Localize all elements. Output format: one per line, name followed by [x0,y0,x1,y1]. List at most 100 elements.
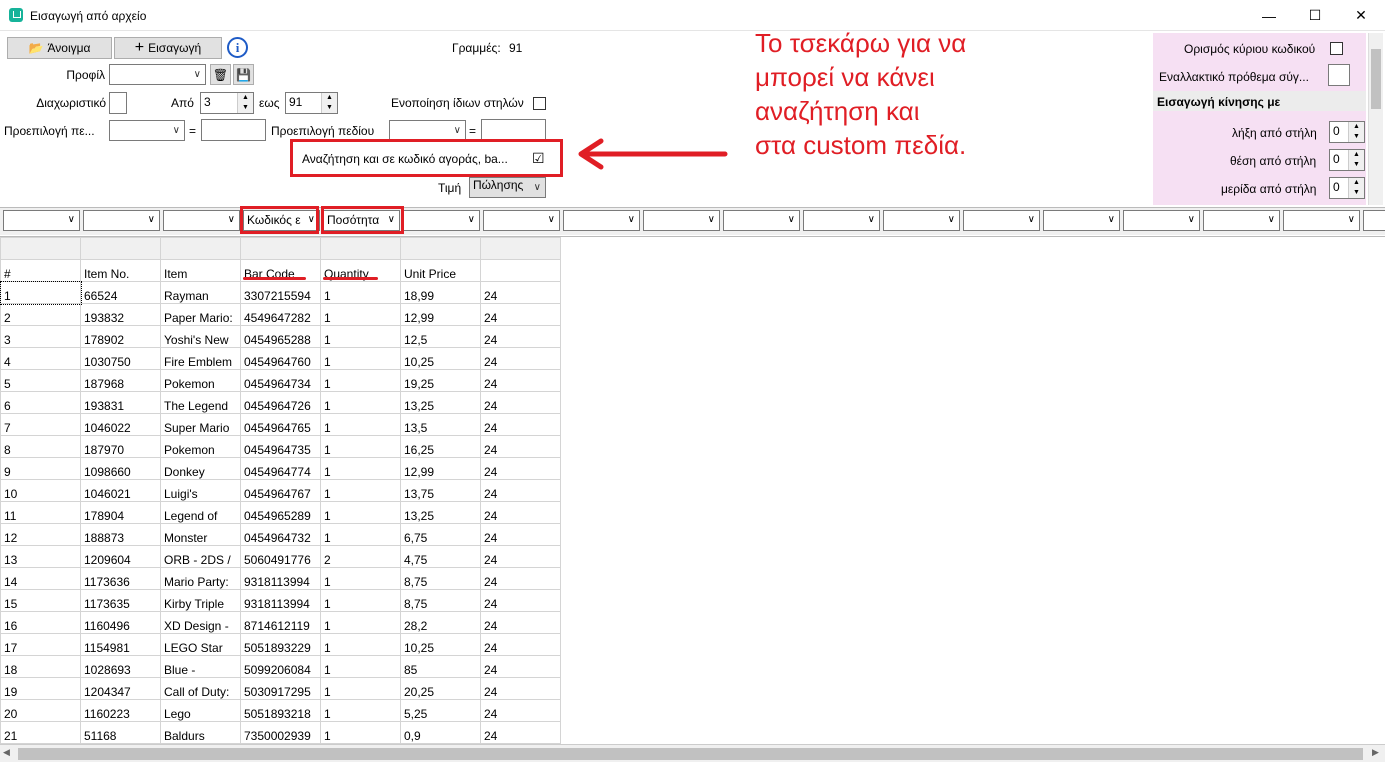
table-row[interactable]: 14 1173636 Mario Party: 9318113994 1 8,75 24 [0,567,561,590]
spinner-arrows[interactable]: ▲ ▼ [1348,122,1364,142]
table-row[interactable]: 6 193831 The Legend 0454964726 1 13,25 24 [0,391,561,414]
table-cell[interactable]: 1160223 [80,699,161,722]
table-cell[interactable]: 24 [480,633,561,656]
table-cell[interactable]: 21 [0,721,81,744]
alt-prefix-input[interactable] [1328,64,1350,86]
table-header-cell[interactable] [480,259,561,282]
table-cell[interactable]: 1 [320,479,401,502]
table-cell[interactable]: 12,99 [400,457,481,480]
column-mapping-select[interactable]: ∨ [3,210,80,231]
table-cell[interactable]: 4 [0,347,81,370]
table-cell[interactable]: 6 [0,391,81,414]
table-cell[interactable]: 24 [480,369,561,392]
table-cell[interactable]: 13,75 [400,479,481,502]
table-cell[interactable]: 10 [0,479,81,502]
table-cell[interactable]: Luigi's [160,479,241,502]
table-cell[interactable]: 1173635 [80,589,161,612]
table-cell[interactable]: Mario Party: [160,567,241,590]
table-cell[interactable]: 11 [0,501,81,524]
table-cell[interactable]: 1 [320,589,401,612]
column-mapping-select[interactable]: ∨ [403,210,480,231]
table-row[interactable]: 19 1204347 Call of Duty: 5030917295 1 20,25 24 [0,677,561,700]
table-cell[interactable]: 1 [320,633,401,656]
table-cell[interactable]: 1160496 [80,611,161,634]
table-cell[interactable]: 1 [0,280,82,305]
table-cell[interactable]: 1 [320,457,401,480]
trash-icon[interactable]: 🗑 [210,64,231,85]
table-cell[interactable]: 2 [320,545,401,568]
table-cell[interactable]: 16 [0,611,81,634]
table-cell[interactable]: 5051893229 [240,633,321,656]
table-row[interactable]: 16 1160496 XD Design -8714612119 1 28,2 24 [0,611,561,634]
table-cell[interactable]: 0454964767 [240,479,321,502]
table-cell[interactable]: 1030750 [80,347,161,370]
table-cell[interactable]: 13,25 [400,391,481,414]
merge-columns-checkbox[interactable] [533,97,546,110]
table-cell[interactable]: 12,99 [400,303,481,326]
table-cell[interactable]: 5,25 [400,699,481,722]
table-cell[interactable]: 0454964765 [240,413,321,436]
part-column-spinner[interactable]: 0 ▲ ▼ [1329,177,1365,199]
column-mapping-select[interactable]: ∨ [163,210,240,231]
table-cell[interactable]: 7350002939 [240,721,321,744]
table-cell[interactable]: 193831 [80,391,161,414]
table-row[interactable]: 12 188873 Monster 0454964732 1 6,75 24 [0,523,561,546]
table-cell[interactable]: 0454964774 [240,457,321,480]
table-cell[interactable]: 9 [0,457,81,480]
table-cell[interactable]: 1204347 [80,677,161,700]
table-row[interactable]: 18 1028693 Blue -5099206084 1 85 24 [0,655,561,678]
table-cell[interactable]: 1154981 [80,633,161,656]
table-cell[interactable]: 1 [320,501,401,524]
table-cell[interactable]: 5030917295 [240,677,321,700]
table-cell[interactable]: 178904 [80,501,161,524]
table-cell[interactable]: 1098660 [80,457,161,480]
table-cell[interactable]: 24 [480,523,561,546]
scroll-right-icon[interactable]: ▶ [1372,747,1379,758]
table-cell[interactable]: 1046022 [80,413,161,436]
table-row[interactable]: 1 66524 Rayman 3307215594 1 18,99 24 [0,280,561,305]
table-cell[interactable]: 13,25 [400,501,481,524]
table-cell[interactable]: 14 [0,567,81,590]
table-cell[interactable]: 7 [0,413,81,436]
table-cell[interactable]: 6,75 [400,523,481,546]
info-icon[interactable]: i [227,37,248,58]
import-button[interactable]: + Εισαγωγή [114,37,222,59]
from-spinner[interactable]: 3 ▲ ▼ [200,92,254,114]
scroll-thumb[interactable] [1371,49,1381,109]
table-cell[interactable]: 24 [480,567,561,590]
preselect-value-input-2[interactable] [481,119,546,141]
table-cell[interactable]: Donkey [160,457,241,480]
table-cell[interactable]: 5051893218 [240,699,321,722]
column-mapping-select[interactable]: ∨ [483,210,560,231]
table-cell[interactable]: 8,75 [400,589,481,612]
horizontal-scrollbar[interactable]: ◀ ▶ [0,744,1385,762]
table-row[interactable]: 13 1209604 ORB - 2DS /5060491776 2 4,75 24 [0,545,561,568]
table-cell[interactable]: 19,25 [400,369,481,392]
table-cell[interactable]: 0454964726 [240,391,321,414]
minimize-button[interactable]: — [1246,0,1292,31]
table-cell[interactable]: 2 [0,303,81,326]
table-row[interactable]: 20 1160223 Lego 5051893218 1 5,25 24 [0,699,561,722]
table-cell[interactable]: 5060491776 [240,545,321,568]
table-cell[interactable]: 85 [400,655,481,678]
table-row[interactable]: 11 178904 Legend of 0454965289 1 13,25 24 [0,501,561,524]
table-cell[interactable]: Rayman [160,281,241,304]
table-cell[interactable]: 0454964760 [240,347,321,370]
table-cell[interactable]: 9318113994 [240,589,321,612]
table-cell[interactable]: 24 [480,721,561,744]
end-column-spinner[interactable]: 0 ▲ ▼ [1329,121,1365,143]
table-row[interactable]: 2 193832 Paper Mario: 4549647282 1 12,99 24 [0,303,561,326]
right-panel-scrollbar[interactable] [1368,33,1383,205]
table-cell[interactable]: 1 [320,281,401,304]
table-cell[interactable]: 8714612119 [240,611,321,634]
table-cell[interactable]: 4,75 [400,545,481,568]
table-header-cell[interactable]: Item No. [80,259,161,282]
table-cell[interactable]: 24 [480,545,561,568]
table-cell[interactable]: 1 [320,567,401,590]
table-cell[interactable]: XD Design - [160,611,241,634]
table-cell[interactable]: 20 [0,699,81,722]
table-cell[interactable]: 3 [0,325,81,348]
table-cell[interactable]: Paper Mario: [160,303,241,326]
table-cell[interactable]: 10,25 [400,347,481,370]
table-row[interactable]: 21 51168 Baldurs 7350002939 1 0,9 24 [0,721,561,744]
